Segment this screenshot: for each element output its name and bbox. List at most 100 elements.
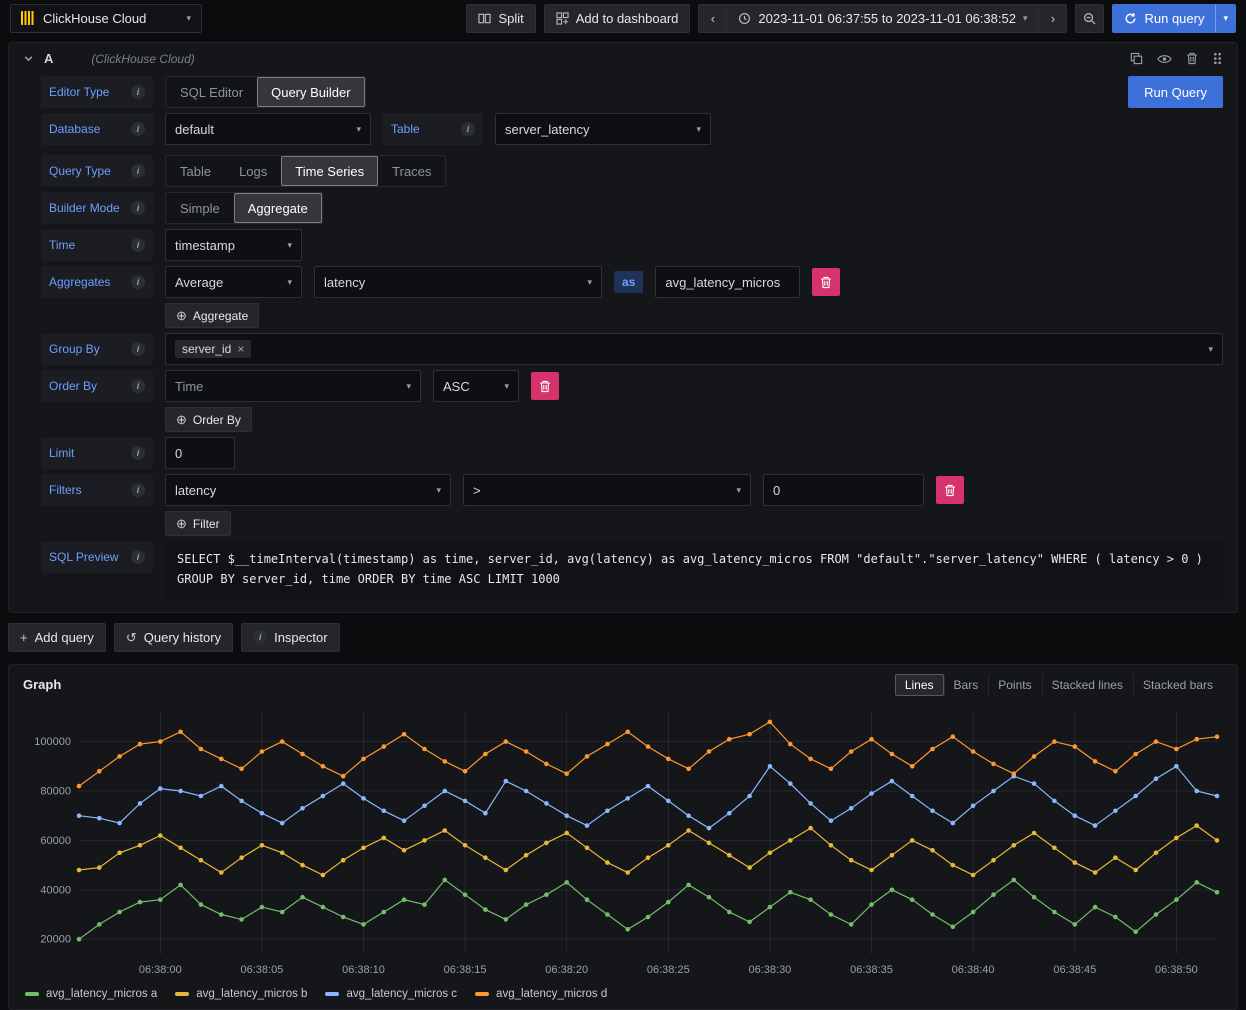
table-select[interactable]: server_latency ▾ [495, 113, 711, 145]
inspector-button[interactable]: i Inspector [241, 623, 339, 652]
datasource-picker[interactable]: ClickHouse Cloud ▾ [10, 4, 202, 33]
query-history-button[interactable]: ↺ Query history [114, 623, 233, 652]
limit-input[interactable] [165, 437, 235, 469]
query-ref-id[interactable]: A [44, 51, 53, 66]
editor-type-option-sql-editor[interactable]: SQL Editor [166, 77, 257, 107]
add-to-dashboard-button[interactable]: Add to dashboard [544, 4, 691, 33]
query-type-option-table[interactable]: Table [166, 156, 225, 186]
graph-style-stacked-bars[interactable]: Stacked bars [1133, 674, 1223, 696]
order-by-label-text: Order By [49, 379, 97, 393]
editor-type-label-text: Editor Type [49, 85, 109, 99]
graph-style-lines[interactable]: Lines [895, 674, 944, 696]
chevron-right-icon: › [1051, 12, 1055, 25]
legend-item-c[interactable]: avg_latency_micros c [325, 988, 457, 1000]
trash-icon [539, 380, 551, 393]
database-value: default [175, 122, 214, 137]
time-shift-forward-button[interactable]: › [1038, 4, 1067, 33]
info-icon: i [131, 201, 145, 215]
graph-style-stacked-lines[interactable]: Stacked lines [1042, 674, 1133, 696]
sql-preview-code: SELECT $__timeInterval(timestamp) as tim… [165, 541, 1223, 599]
graph-canvas[interactable]: 2000040000600008000010000006:38:0006:38:… [17, 700, 1231, 988]
add-aggregate-label: Aggregate [193, 309, 248, 323]
order-by-direction-select[interactable]: ASC ▾ [433, 370, 519, 402]
filter-field-select[interactable]: latency ▾ [165, 474, 451, 506]
add-to-dashboard-label: Add to dashboard [576, 11, 679, 26]
remove-tag-icon[interactable]: × [237, 342, 244, 356]
inspector-label: Inspector [274, 630, 327, 645]
time-row: Time i timestamp ▾ [41, 229, 1223, 261]
graph-title: Graph [23, 677, 61, 692]
svg-text:06:38:35: 06:38:35 [850, 964, 893, 976]
order-by-field-select[interactable]: Time ▾ [165, 370, 421, 402]
time-shift-back-button[interactable]: ‹ [698, 4, 727, 33]
add-filter-button[interactable]: ⊕ Filter [165, 511, 231, 536]
svg-text:06:38:50: 06:38:50 [1155, 964, 1198, 976]
panel-run-query-button[interactable]: Run Query [1128, 76, 1223, 108]
time-column-select[interactable]: timestamp ▾ [165, 229, 302, 261]
run-query-interval-dropdown[interactable]: ▾ [1215, 4, 1236, 33]
aggregates-label-text: Aggregates [49, 275, 110, 289]
add-query-button[interactable]: + Add query [8, 623, 106, 652]
builder-mode-label: Builder Mode i [41, 192, 153, 224]
editor-type-option-query-builder[interactable]: Query Builder [257, 77, 364, 107]
remove-order-by-button[interactable] [531, 372, 559, 400]
sql-preview-label: SQL Preview i [41, 541, 153, 573]
time-label-text: Time [49, 238, 75, 252]
query-header: A (ClickHouse Cloud) [9, 43, 1237, 74]
legend-item-b[interactable]: avg_latency_micros b [175, 988, 307, 1000]
add-aggregate-button[interactable]: ⊕ Aggregate [165, 303, 259, 328]
aggregate-function-select[interactable]: Average ▾ [165, 266, 302, 298]
database-select[interactable]: default ▾ [165, 113, 371, 145]
group-by-multiselect[interactable]: server_id × ▾ [165, 333, 1223, 365]
editor-type-row: Editor Type i SQL Editor Query Builder R… [41, 76, 1223, 108]
run-query-button[interactable]: Run query [1112, 4, 1216, 33]
filter-field-value: latency [175, 483, 216, 498]
remove-query-trash-icon[interactable] [1186, 52, 1198, 65]
topbar: ClickHouse Cloud ▾ Split Add to dashboar… [0, 0, 1246, 36]
graph-style-points[interactable]: Points [988, 674, 1041, 696]
chevron-down-icon: ▾ [504, 382, 509, 391]
limit-label: Limit i [41, 437, 153, 469]
remove-aggregate-button[interactable] [812, 268, 840, 296]
duplicate-query-icon[interactable] [1130, 52, 1143, 65]
query-type-option-traces[interactable]: Traces [378, 156, 445, 186]
info-icon: i [131, 238, 145, 252]
add-order-by-button[interactable]: ⊕ Order By [165, 407, 252, 432]
run-query-label: Run query [1144, 11, 1204, 26]
aggregate-column-select[interactable]: latency ▾ [314, 266, 602, 298]
svg-text:80000: 80000 [40, 785, 71, 797]
legend-item-a[interactable]: avg_latency_micros a [25, 988, 157, 1000]
query-type-label-text: Query Type [49, 164, 111, 178]
add-filter-label: Filter [193, 517, 220, 531]
collapse-chevron-icon[interactable] [23, 53, 34, 64]
query-type-option-time-series[interactable]: Time Series [281, 156, 378, 186]
info-icon: i [131, 483, 145, 497]
query-type-toggle: Table Logs Time Series Traces [165, 155, 446, 187]
time-range-button[interactable]: 2023-11-01 06:37:55 to 2023-11-01 06:38:… [726, 4, 1039, 33]
legend-marker [325, 992, 339, 996]
query-datasource-hint: (ClickHouse Cloud) [91, 52, 194, 66]
query-type-option-logs[interactable]: Logs [225, 156, 281, 186]
legend-item-d[interactable]: avg_latency_micros d [475, 988, 607, 1000]
graph-style-bars[interactable]: Bars [944, 674, 989, 696]
svg-text:06:38:10: 06:38:10 [342, 964, 385, 976]
filter-operator-select[interactable]: > ▾ [463, 474, 751, 506]
group-by-tag[interactable]: server_id × [175, 340, 251, 358]
filter-value-input[interactable] [763, 474, 924, 506]
aggregate-alias-input[interactable] [655, 266, 800, 298]
svg-text:60000: 60000 [40, 834, 71, 846]
drag-handle-icon[interactable] [1212, 52, 1223, 65]
time-column-value: timestamp [175, 238, 235, 253]
zoom-out-button[interactable] [1075, 4, 1104, 33]
builder-mode-option-aggregate[interactable]: Aggregate [234, 193, 322, 223]
toggle-visibility-eye-icon[interactable] [1157, 54, 1172, 64]
remove-filter-button[interactable] [936, 476, 964, 504]
legend-label: avg_latency_micros a [46, 988, 157, 1000]
query-history-label: Query history [144, 630, 221, 645]
svg-text:06:38:30: 06:38:30 [748, 964, 791, 976]
split-button[interactable]: Split [466, 4, 535, 33]
info-icon: i [461, 122, 475, 136]
chevron-down-icon: ▾ [287, 241, 292, 250]
builder-mode-option-simple[interactable]: Simple [166, 193, 234, 223]
aggregate-column-value: latency [324, 275, 365, 290]
